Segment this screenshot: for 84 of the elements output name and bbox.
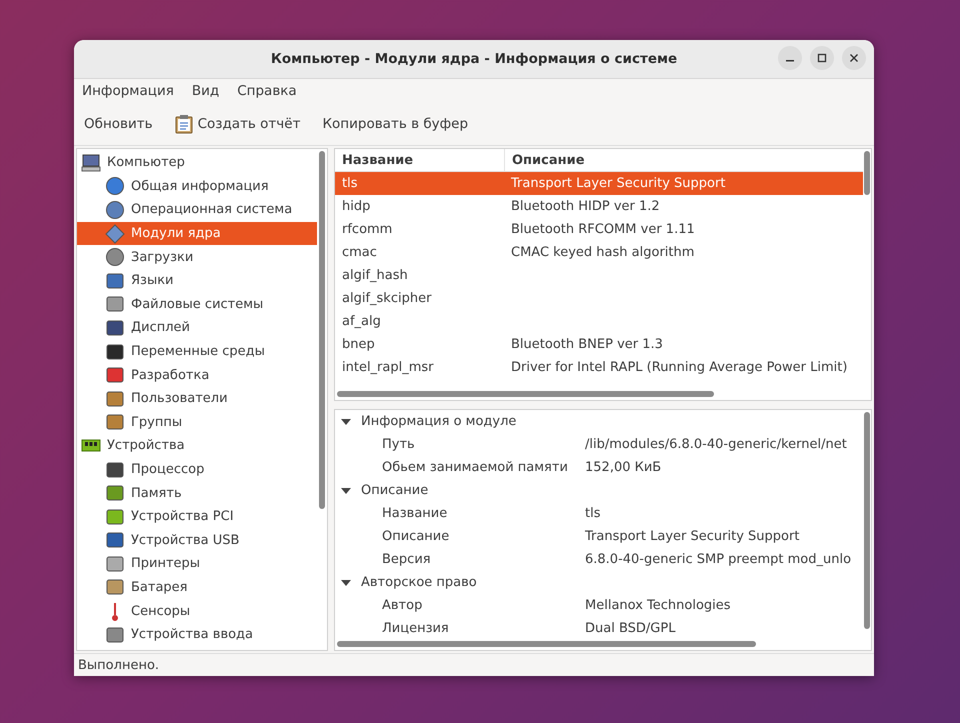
sidebar-item[interactable]: Принтеры: [77, 552, 317, 576]
expander-icon[interactable]: [341, 486, 351, 496]
column-header[interactable]: Название: [335, 149, 505, 171]
field-value: /lib/modules/6.8.0-40-generic/kernel/net: [585, 437, 847, 452]
minimize-icon: [786, 60, 794, 62]
table-cell-text: bnep: [341, 337, 376, 352]
field-label: Лицензия: [381, 621, 450, 636]
toolbar-button[interactable]: Копировать в буфер: [316, 112, 474, 136]
maximize-button[interactable]: [810, 46, 834, 70]
sidebar-item[interactable]: Языки: [77, 268, 317, 293]
table-cell-text: algif_skcipher: [341, 291, 432, 306]
section-title: Описание: [361, 483, 428, 498]
computer-icon: [81, 154, 101, 172]
sidebar-item[interactable]: Устройства ввода: [77, 622, 317, 646]
table-row[interactable]: hidp Bluetooth HIDP ver 1.2: [335, 195, 863, 218]
sidebar-item[interactable]: Модули ядра: [77, 222, 317, 246]
close-button[interactable]: [842, 46, 866, 70]
column-header[interactable]: Описание: [505, 149, 585, 171]
sidebar-item[interactable]: Устройства USB: [77, 528, 317, 552]
sidebar-item[interactable]: Компьютер: [77, 151, 317, 175]
field-value: Dual BSD/GPL: [585, 621, 676, 636]
field-label: Версия: [381, 552, 432, 567]
sidebar-item[interactable]: Сенсоры: [77, 599, 317, 623]
table-cell-text: Bluetooth RFCOMM ver 1.11: [510, 222, 695, 237]
field-label: Описание: [381, 529, 450, 544]
field-label: Название: [381, 506, 448, 521]
table-row[interactable]: tls Transport Layer Security Support: [335, 172, 863, 195]
status-text: Выполнено.: [78, 658, 160, 672]
field-value: 6.8.0-40-generic SMP preempt mod_unlo: [585, 552, 852, 567]
sidebar-item[interactable]: Память: [77, 481, 317, 505]
field-value: tls: [585, 506, 600, 521]
table-cell-text: intel_rapl_msr: [341, 360, 435, 375]
table-cell-text: Bluetooth BNEP ver 1.3: [510, 337, 663, 352]
toolbar-button[interactable]: Создать отчёт: [168, 110, 306, 138]
field-label: Автор: [381, 598, 424, 613]
maximize-icon: [817, 53, 827, 63]
table-row[interactable]: algif_skcipher: [335, 287, 863, 310]
toolbar-button[interactable]: Обновить: [78, 112, 159, 136]
section-title: Авторское право: [361, 575, 477, 590]
field-label: Путь: [381, 437, 416, 452]
table-row[interactable]: intel_rapl_msr Driver for Intel RAPL (Running Average Power Limit): [335, 356, 863, 379]
field-value: Mellanox Technologies: [585, 598, 731, 613]
field-label: Обьем занимаемой памяти: [381, 460, 569, 475]
minimize-button[interactable]: [778, 46, 802, 70]
sidebar-item[interactable]: Устройства PCI: [77, 504, 317, 528]
table-cell-text: rfcomm: [341, 222, 394, 237]
clipboard-icon: [174, 114, 193, 134]
table-cell-text: hidp: [341, 199, 372, 214]
sidebar-item[interactable]: Процессор: [77, 458, 317, 482]
close-icon: [849, 53, 859, 63]
sidebar-item[interactable]: Разработка: [77, 363, 317, 387]
sidebar-item[interactable]: Общая информация: [77, 174, 317, 198]
table-cell-text: Bluetooth HIDP ver 1.2: [510, 199, 660, 214]
table-row[interactable]: rfcomm Bluetooth RFCOMM ver 1.11: [335, 218, 863, 241]
window-title: Компьютер - Модули ядра - Информация о системе: [270, 51, 678, 67]
sidebar-item[interactable]: Переменные среды: [77, 340, 317, 364]
sidebar-item[interactable]: Группы: [77, 410, 317, 434]
menu-item[interactable]: Вид: [192, 83, 220, 99]
table-cell-text: cmac: [341, 245, 378, 260]
table-cell-text: algif_hash: [341, 268, 409, 283]
sidebar-item[interactable]: Загрузки: [77, 245, 317, 269]
field-value: 152,00 КиБ: [585, 460, 662, 475]
sidebar-item[interactable]: Устройства: [77, 434, 317, 458]
table-row[interactable]: algif_hash: [335, 264, 863, 287]
table-cell-text: CMAC keyed hash algorithm: [510, 245, 694, 260]
diamond-icon: [105, 224, 125, 244]
section-title: Информация о модуле: [361, 414, 516, 429]
sidebar-item[interactable]: Файловые системы: [77, 292, 317, 316]
sidebar-item[interactable]: Операционная система: [77, 198, 317, 222]
sidebar-item[interactable]: Дисплей: [77, 316, 317, 340]
table-cell-text: af_alg: [341, 314, 382, 329]
expander-icon[interactable]: [341, 578, 351, 588]
table-cell-text: Driver for Intel RAPL (Running Average Power Limit): [510, 360, 848, 375]
menu-item[interactable]: Информация: [82, 83, 174, 99]
table-cell-text: Transport Layer Security Support: [510, 176, 726, 191]
table-row[interactable]: cmac CMAC keyed hash algorithm: [335, 241, 863, 264]
table-row[interactable]: af_alg: [335, 310, 863, 333]
sidebar-item[interactable]: Пользователи: [77, 386, 317, 411]
menu-item[interactable]: Справка: [237, 83, 297, 99]
table-row[interactable]: bnep Bluetooth BNEP ver 1.3: [335, 333, 863, 356]
field-value: Transport Layer Security Support: [585, 529, 800, 544]
expander-icon[interactable]: [341, 416, 351, 426]
table-cell-text: tls: [341, 176, 358, 191]
sidebar-item[interactable]: Батарея: [77, 576, 317, 600]
